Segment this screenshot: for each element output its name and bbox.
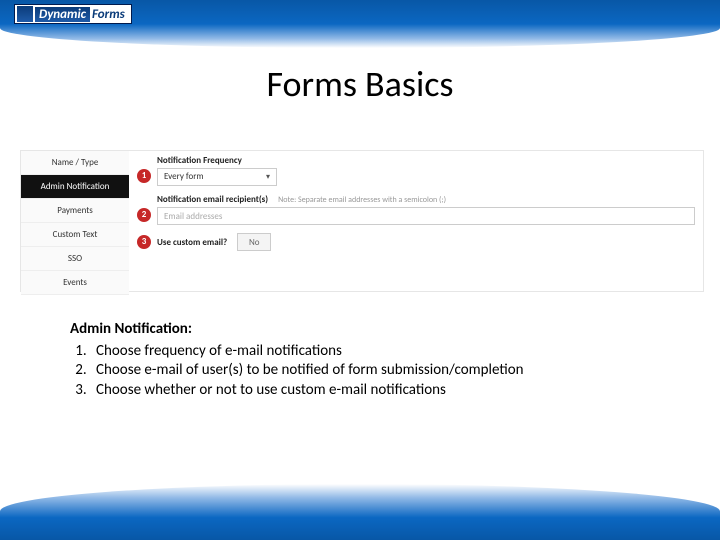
settings-panel: Name / Type Admin Notification Payments …	[20, 150, 704, 292]
frequency-label: Notification Frequency	[157, 155, 242, 166]
tab-custom-text[interactable]: Custom Text	[21, 223, 129, 247]
recipients-placeholder-text: Email addresses	[164, 211, 222, 222]
recipients-hint: Note: Separate email addresses with a se…	[278, 195, 446, 205]
callout-badge-2: 2	[137, 208, 151, 222]
bottom-banner	[0, 484, 720, 540]
callout-badge-3: 3	[137, 235, 151, 249]
recipients-label: Notification email recipient(s)	[157, 194, 268, 205]
form-area: 1 Notification Frequency Every form ▾ 2 …	[129, 151, 703, 291]
recipients-row: 2 Notification email recipient(s) Note: …	[157, 194, 695, 225]
recipients-input[interactable]: Email addresses	[157, 207, 695, 225]
body-heading: Admin Notification:	[70, 320, 650, 340]
logo-word-forms: Forms	[92, 7, 125, 22]
chevron-down-icon: ▾	[266, 168, 270, 186]
logo-word-dynamic: Dynamic	[35, 7, 90, 22]
frequency-select[interactable]: Every form ▾	[157, 168, 277, 186]
callout-badge-1: 1	[137, 169, 151, 183]
custom-email-row: 3 Use custom email? No	[157, 233, 695, 251]
tab-sso[interactable]: SSO	[21, 247, 129, 271]
logo: Dynamic Forms	[14, 4, 132, 24]
tab-name-type[interactable]: Name / Type	[21, 151, 129, 175]
custom-email-label: Use custom email?	[157, 237, 227, 248]
custom-email-toggle[interactable]: No	[237, 233, 271, 251]
side-tabs: Name / Type Admin Notification Payments …	[21, 151, 129, 291]
tab-payments[interactable]: Payments	[21, 199, 129, 223]
frequency-row: 1 Notification Frequency Every form ▾	[157, 155, 695, 186]
frequency-value: Every form	[164, 168, 204, 186]
tab-admin-notification[interactable]: Admin Notification	[21, 175, 129, 199]
body-item-2: Choose e-mail of user(s) to be notified …	[90, 361, 650, 381]
body-item-3: Choose whether or not to use custom e-ma…	[90, 381, 650, 401]
body-text: Admin Notification: Choose frequency of …	[70, 320, 650, 400]
logo-mark-icon	[17, 6, 33, 22]
tab-events[interactable]: Events	[21, 271, 129, 295]
body-item-1: Choose frequency of e-mail notifications	[90, 342, 650, 362]
page-title: Forms Basics	[0, 62, 720, 106]
